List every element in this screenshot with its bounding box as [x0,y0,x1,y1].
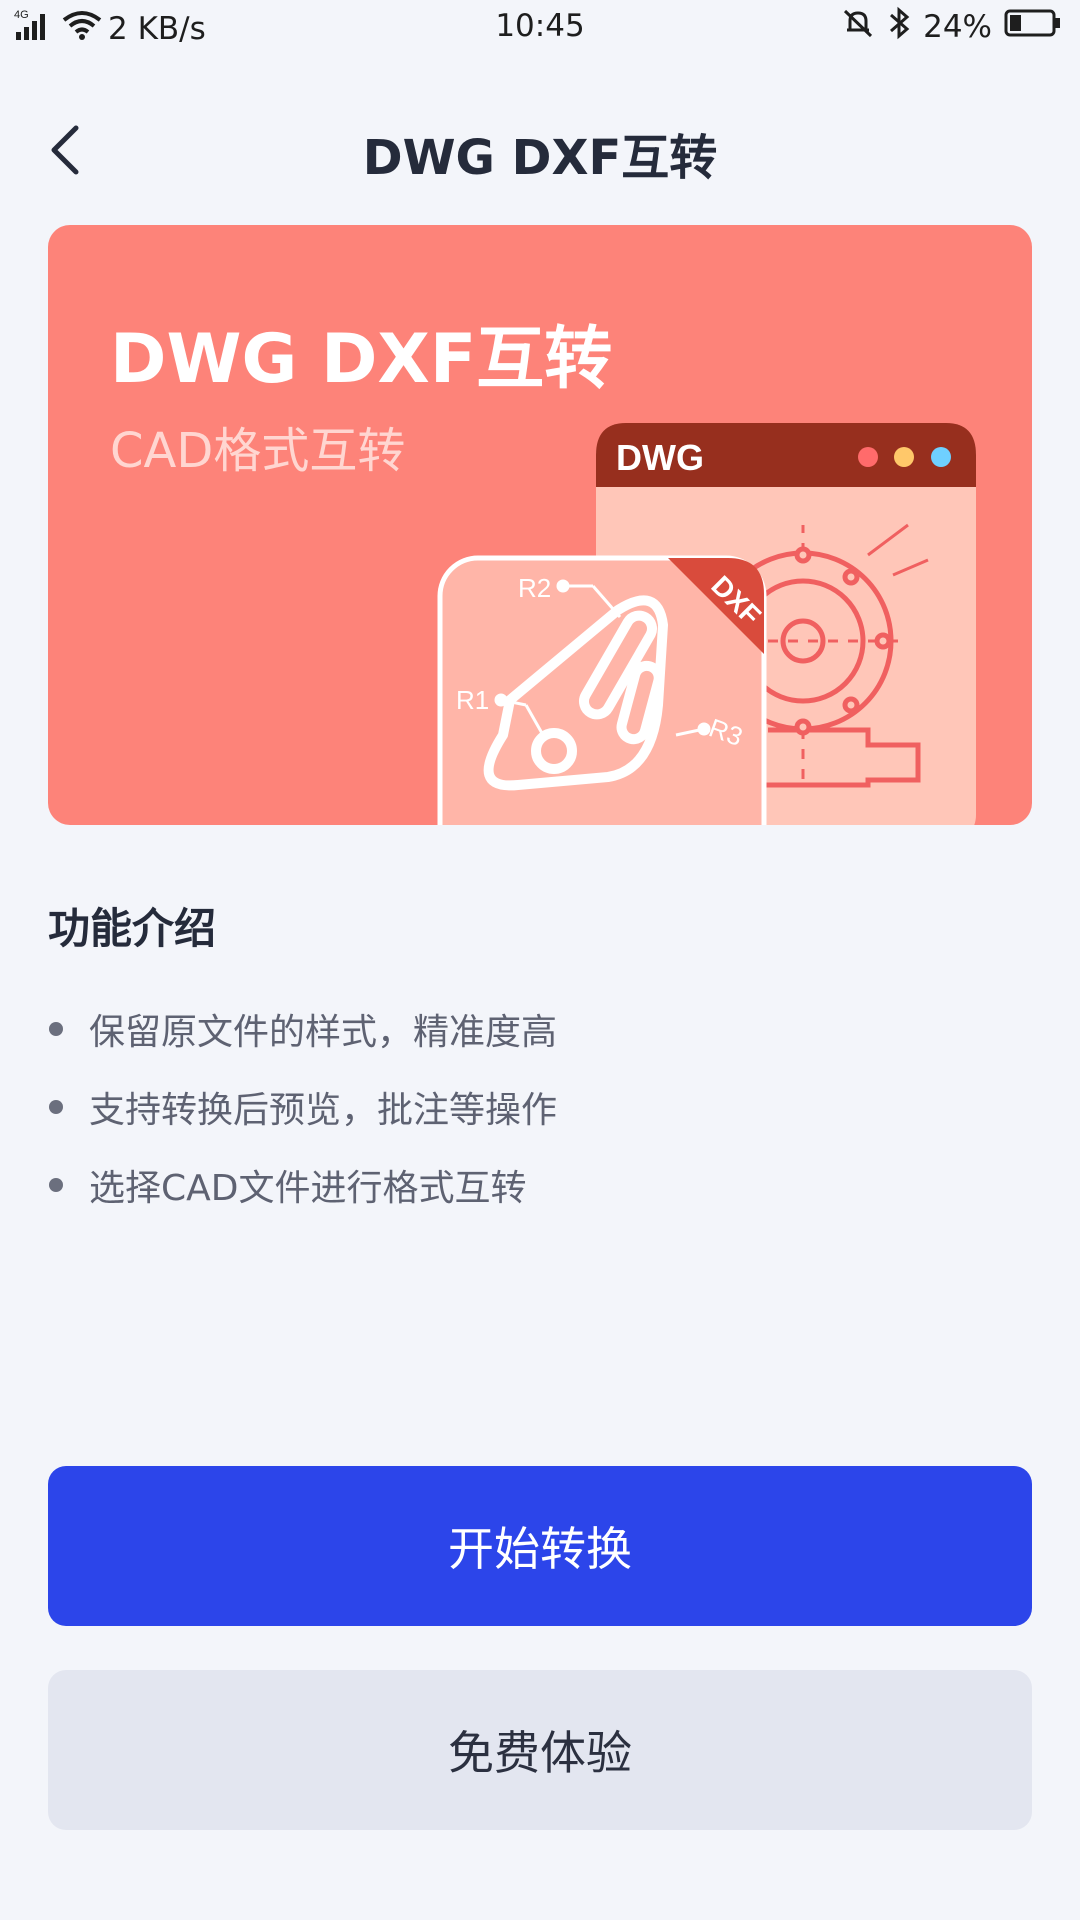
start-convert-button[interactable]: 开始转换 [48,1466,1032,1626]
feature-item: 支持转换后预览，批注等操作 [48,1068,557,1146]
bullet-dot [49,1022,63,1036]
page-title: DWG DXF互转 [362,130,718,186]
status-bar: 4G 2 KB/s 10:45 24% [0,0,1080,56]
window-dot-red [858,447,878,467]
battery-percent: 24% [923,9,992,45]
bluetooth-icon [887,6,911,48]
dim-label-r2: R2 [518,573,551,603]
hero-banner: DWG DXF R2 R1 R3 DWG DXF互转 CAD格式互转 [48,225,1032,825]
feature-item: 选择CAD文件进行格式互转 [48,1146,557,1224]
features-title: 功能介绍 [48,904,217,953]
feature-list: 保留原文件的样式，精准度高 支持转换后预览，批注等操作 选择CAD文件进行格式互… [48,990,557,1224]
banner-title: DWG DXF互转 [110,320,613,399]
feature-item: 保留原文件的样式，精准度高 [48,990,557,1068]
window-dot-blue [931,447,951,467]
dxf-card: DXF R2 R1 R3 [437,555,767,825]
bullet-dot [49,1100,63,1114]
dim-label-r1: R1 [456,685,489,715]
feature-text: 支持转换后预览，批注等操作 [89,1090,558,1131]
feature-text: 保留原文件的样式，精准度高 [89,1012,558,1053]
mute-icon [841,6,875,48]
dwg-window-label: DWG [616,437,704,478]
free-trial-button[interactable]: 免费体验 [48,1670,1032,1830]
status-right: 24% [841,6,1062,48]
banner-subtitle: CAD格式互转 [110,423,406,479]
battery-icon [1004,8,1062,46]
window-dot-yellow [894,447,914,467]
nav-bar: DWG DXF互转 [0,100,1080,200]
feature-text: 选择CAD文件进行格式互转 [89,1168,527,1209]
bullet-dot [49,1178,63,1192]
